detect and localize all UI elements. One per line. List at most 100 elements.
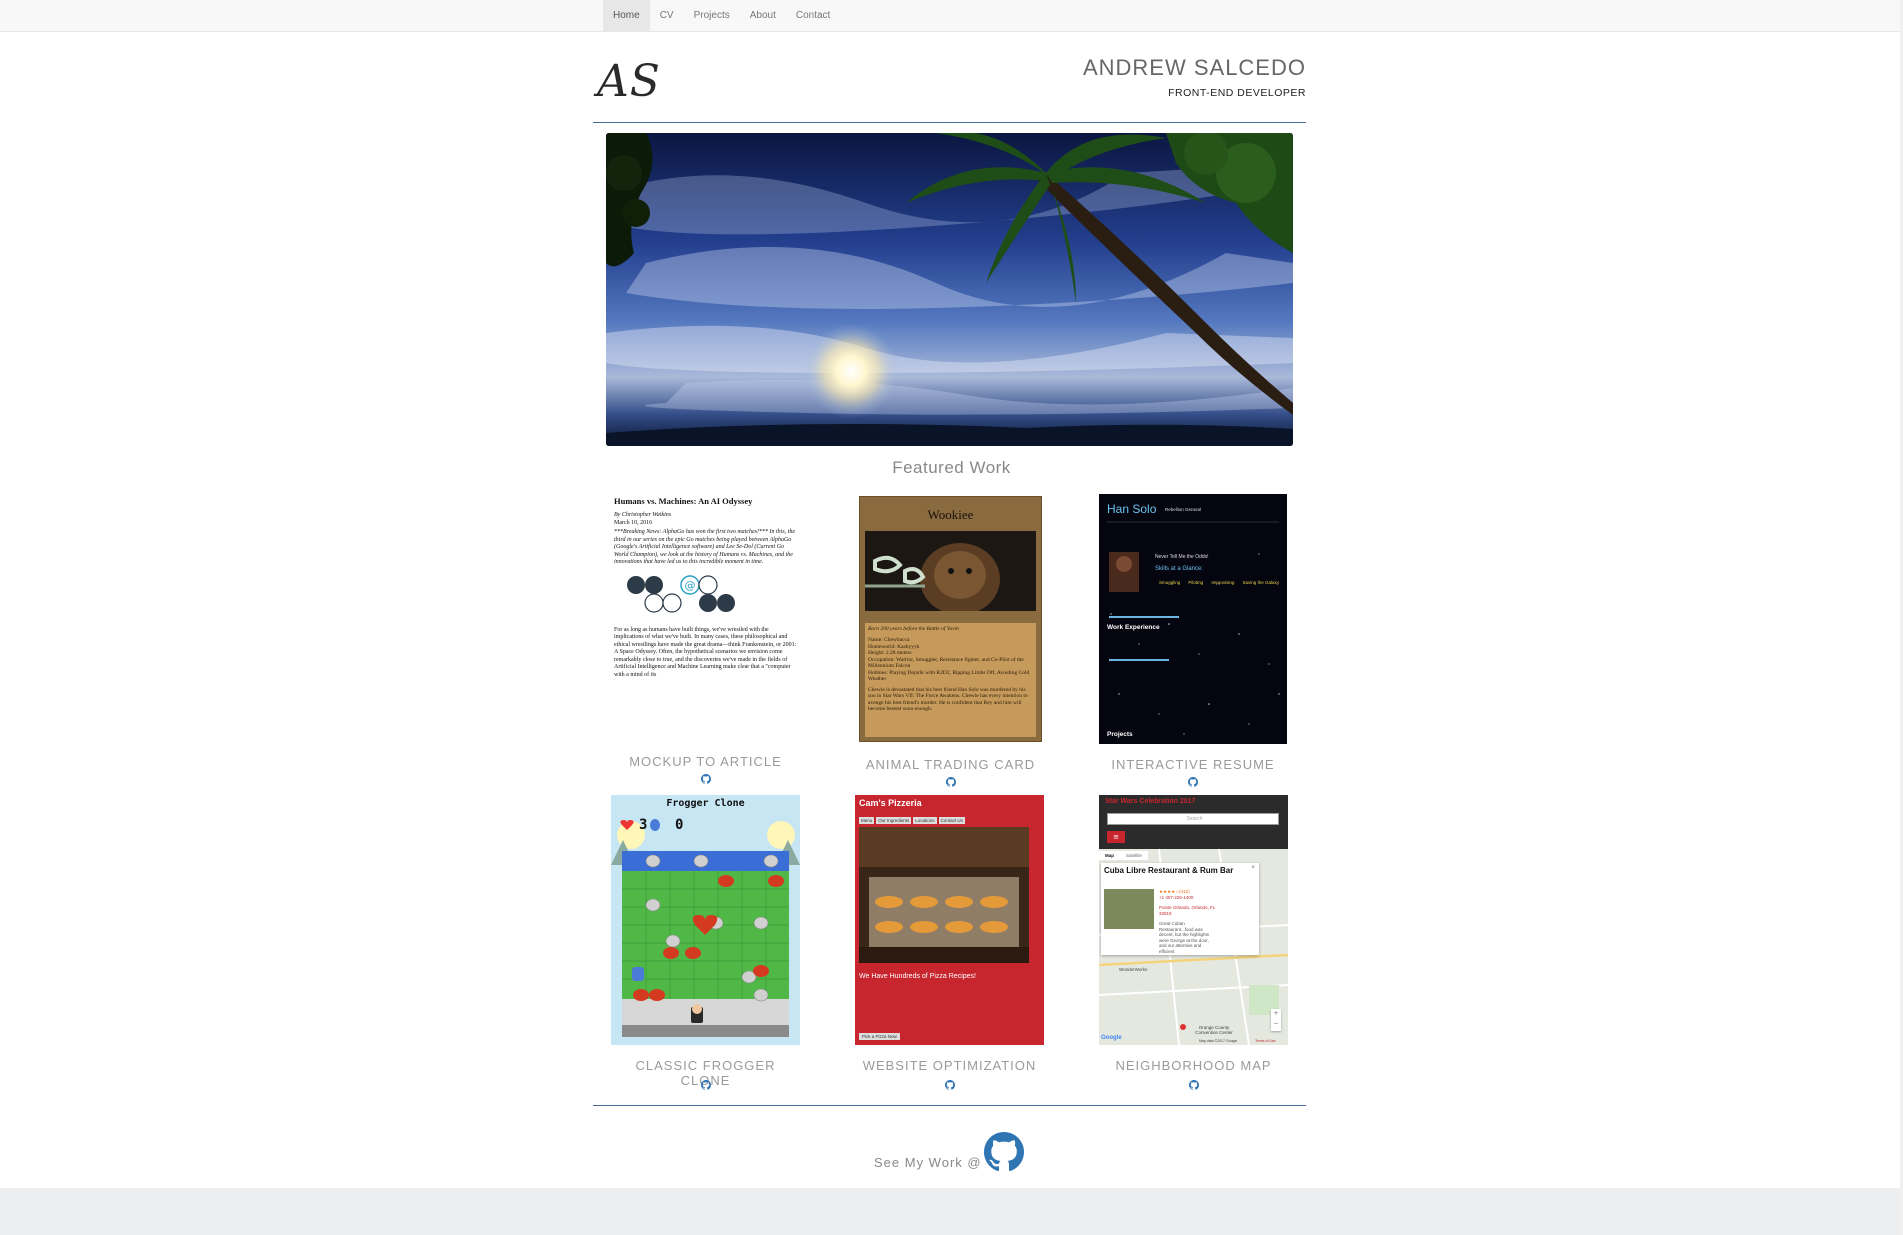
github-icon[interactable] [700,1080,711,1090]
project-thumb-animal[interactable]: Wookiee Born 200 years before the Battle… [859,496,1042,742]
nav-about[interactable]: About [740,0,786,31]
project-label-animal[interactable]: ANIMAL TRADING CARD [859,757,1042,772]
github-icon[interactable] [1188,1080,1199,1090]
footer-bar [0,1188,1903,1235]
resume-name: Han Solo [1107,502,1157,516]
nav-home[interactable]: Home [603,0,650,31]
project-card-animal: Wookiee Born 200 years before the Battle… [859,496,1042,787]
resume-skill: Piloting [1188,580,1204,585]
project-card-pizza: Cam's Pizzeria Menu Our Ingredients Loca… [855,795,1044,1095]
resume-skills-heading: Skills at a Glance: [1155,566,1204,572]
github-icon[interactable] [944,1080,955,1090]
star-field [1107,521,1280,735]
resume-skills: Smuggling Piloting Improvising Saving th… [1159,580,1279,585]
map-review: Great Cuban Restaurant...food was decent… [1159,921,1210,954]
chewbacca-photo [865,531,1036,611]
header-divider [593,122,1306,123]
featured-title: Featured Work [892,458,1011,477]
github-icon[interactable] [700,774,711,784]
map-label: Orange County Convention Center [1195,1025,1233,1035]
github-icon[interactable] [1188,777,1198,787]
svg-text:@: @ [685,579,696,592]
page: Home CV Projects About Contact AS ANDREW… [0,0,1903,1235]
wookiee-title: Wookiee [927,507,974,522]
project-thumb-pizza[interactable]: Cam's Pizzeria Menu Our Ingredients Loca… [855,795,1044,1045]
resume-role: Rebellion General [1165,507,1202,512]
project-card-resume: Han Solo Rebellion General Never Tell Me… [1099,494,1287,787]
project-label-mockup[interactable]: MOCKUP TO ARTICLE [611,754,800,769]
article-body: For as long as humans have built things,… [614,626,797,678]
map-tab[interactable]: Satellite [1120,851,1148,860]
map-header: Star Wars Celebration 2017 [1105,798,1196,805]
pizza-cta-button[interactable]: Pick a Pizza Now [859,1033,900,1040]
resume-skill: Improvising [1211,580,1235,585]
resume-experience-heading: Work Experience [1107,624,1160,631]
close-icon[interactable]: × [1251,865,1255,871]
nav-projects[interactable]: Projects [684,0,740,31]
pizza-headline: We Have Hundreds of Pizza Recipes! [859,973,976,980]
project-card-mockup: Humans vs. Machines: An AI Odyssey By Ch… [611,492,800,784]
pizzeria-photo [859,827,1029,963]
pizza-tab[interactable]: Locations [913,817,937,824]
nav-contact[interactable]: Contact [786,0,840,31]
wookiee-occupation: Occupation: Warrior, Smuggler, Resistanc… [868,656,1024,670]
wookiee-hobbies: Hobbies: Playing Dejarik with R2D2, Ripp… [868,669,1030,683]
project-thumb-map[interactable]: Star Wars Celebration 2017 Search ≡ Map … [1099,795,1288,1045]
site-name: ANDREW SALCEDO [1082,55,1306,80]
article-date: March 10, 2016 [614,519,653,526]
project-card-map: Star Wars Celebration 2017 Search ≡ Map … [1099,795,1288,1095]
map-rating-count: (412) [1179,889,1190,894]
resume-quote: Never Tell Me the Odds! [1155,554,1209,560]
map-type-tabs: Map Satellite [1099,851,1149,860]
pizza-title: Cam's Pizzeria [859,798,922,808]
project-card-frogger: Frogger Clone 3 0 CLASSIC FROGGER CLONE [611,795,800,1095]
project-thumb-frogger[interactable]: Frogger Clone 3 0 [611,795,800,1045]
site-logo: AS [597,56,661,107]
github-icon[interactable] [945,777,956,787]
google-logo: Google [1101,1035,1122,1041]
map-terms-link[interactable]: Terms of Use [1255,1039,1276,1043]
github-icon[interactable] [984,1132,1024,1172]
hero-scene [606,133,1293,446]
map-tab[interactable]: Map [1099,851,1120,860]
go-board-image: @ [627,574,735,613]
menu-icon[interactable]: ≡ [1107,831,1125,843]
project-label-resume[interactable]: INTERACTIVE RESUME [1099,757,1287,772]
article-lead: ***Breaking News: AlphaGo has won the fi… [614,529,795,565]
pizza-tab[interactable]: Contact Us [938,817,965,824]
map-label: WonderWorks [1119,967,1148,972]
nav-list: Home CV Projects About Contact [603,0,840,31]
site-role: FRONT-END DEVELOPER [1168,87,1306,99]
wookiee-story: Chewie is devastated that his best frien… [868,686,1028,713]
footer-divider [593,1105,1306,1106]
frogger-lives: 3 [639,817,648,833]
resume-projects-heading: Projects [1107,731,1133,738]
pizza-tab[interactable]: Menu [859,817,875,824]
see-my-work-label: See My Work @ [874,1155,982,1170]
place-photo [1104,889,1154,929]
map-info-window: Cuba Libre Restaurant & Rum Bar ★★★★☆(41… [1101,863,1259,955]
article-byline: By Christopher Watkins [614,512,672,518]
project-label-pizza[interactable]: WEBSITE OPTIMIZATION [855,1058,1044,1073]
resume-skill: Saving the Galaxy [1242,580,1279,585]
navbar: Home CV Projects About Contact [0,0,1903,32]
wookiee-info-box: Born 200 years before the Battle of Yavi… [865,623,1036,737]
hero-image [606,133,1293,446]
wookiee-caption: Born 200 years before the Battle of Yavi… [868,626,959,632]
frogger-title: Frogger Clone [666,798,745,809]
project-label-map[interactable]: NEIGHBORHOOD MAP [1099,1058,1288,1073]
project-thumb-resume[interactable]: Han Solo Rebellion General Never Tell Me… [1099,494,1287,744]
frogger-score: 0 [675,817,684,833]
map-zoom-control[interactable]: + − [1271,1009,1281,1031]
resume-skill: Smuggling [1159,580,1181,585]
project-thumb-mockup[interactable]: Humans vs. Machines: An AI Odyssey By Ch… [611,492,800,740]
pizza-tabs: Menu Our Ingredients Locations Contact U… [859,817,965,824]
map-place-name: Cuba Libre Restaurant & Rum Bar [1104,866,1234,875]
pizza-tab[interactable]: Our Ingredients [876,817,912,824]
article-title: Humans vs. Machines: An AI Odyssey [614,496,753,506]
map-search-input[interactable]: Search [1107,813,1279,825]
map-attribution: Map data ©2017 Google [1199,1039,1238,1043]
nav-cv[interactable]: CV [650,0,684,31]
map-phone: +1 407-226-1400 [1159,895,1194,900]
map-address: Pointe Orlando, Orlando, FL 32819 [1159,905,1216,916]
